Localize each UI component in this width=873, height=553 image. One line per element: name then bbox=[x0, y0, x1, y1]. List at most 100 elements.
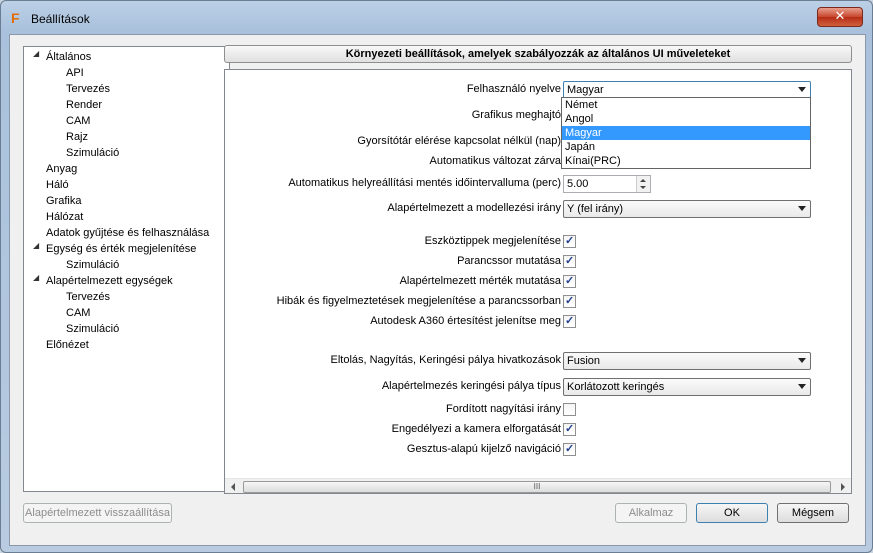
language-option[interactable]: Japán bbox=[562, 140, 810, 154]
check-icon: ✓ bbox=[565, 235, 575, 247]
camera-pivot-checkbox[interactable]: ✓ bbox=[563, 423, 576, 436]
check-icon: ✓ bbox=[565, 295, 575, 307]
modeling-dir-combo[interactable]: Y (fel irány) bbox=[563, 200, 811, 218]
expand-arrow-icon[interactable]: ◢ bbox=[33, 241, 39, 250]
language-value: Magyar bbox=[567, 84, 604, 96]
tree-item[interactable]: Általános bbox=[46, 49, 91, 65]
tree-item[interactable]: Szimuláció bbox=[66, 257, 119, 273]
title-bar[interactable]: F Beállítások ✕ bbox=[1, 1, 872, 35]
row-tooltips: Eszköztippek megjelenítése ✓ bbox=[225, 233, 851, 251]
row-default-scale: Alapértelmezett mérték mutatása ✓ bbox=[225, 273, 851, 291]
pan-zoom-label: Eltolás, Nagyítás, Keringési pálya hivat… bbox=[330, 354, 561, 366]
gesture-nav-label: Gesztus-alapú kijelző navigáció bbox=[406, 443, 561, 455]
graphics-driver-label: Grafikus meghajtó bbox=[471, 109, 561, 121]
default-scale-label: Alapértelmezett mérték mutatása bbox=[399, 275, 561, 287]
gesture-nav-checkbox[interactable]: ✓ bbox=[563, 443, 576, 456]
restore-defaults-button[interactable]: Alapértelmezett visszaállítása bbox=[23, 503, 172, 523]
row-autosave: Automatikus helyreállítási mentés időint… bbox=[225, 175, 851, 193]
language-label: Felhasználó nyelve bbox=[466, 83, 561, 95]
expand-arrow-icon[interactable]: ◢ bbox=[33, 49, 39, 58]
autosave-spinner[interactable]: 5.00 bbox=[563, 175, 651, 193]
close-button[interactable]: ✕ bbox=[817, 7, 863, 27]
tree-item[interactable]: Szimuláció bbox=[66, 321, 119, 337]
language-option[interactable]: Kínai(PRC) bbox=[562, 154, 810, 168]
tree-item[interactable]: Rajz bbox=[66, 129, 88, 145]
reverse-zoom-checkbox[interactable] bbox=[563, 403, 576, 416]
row-command-line: Parancssor mutatása ✓ bbox=[225, 253, 851, 271]
tree-item[interactable]: Anyag bbox=[46, 161, 77, 177]
section-header: Környezeti beállítások, amelyek szabályo… bbox=[224, 45, 852, 63]
command-line-label: Parancssor mutatása bbox=[457, 255, 561, 267]
row-a360: Autodesk A360 értesítést jelenítse meg ✓ bbox=[225, 313, 851, 331]
scroll-right-icon[interactable] bbox=[841, 483, 845, 491]
tree-item[interactable]: CAM bbox=[66, 113, 90, 129]
orbit-type-value: Korlátozott keringés bbox=[567, 381, 665, 393]
chevron-down-icon bbox=[798, 384, 806, 389]
check-icon: ✓ bbox=[565, 275, 575, 287]
tree-item[interactable]: Render bbox=[66, 97, 102, 113]
horizontal-scrollbar[interactable]: III bbox=[225, 478, 851, 493]
scroll-thumb[interactable]: III bbox=[243, 481, 831, 493]
window-title: Beállítások bbox=[31, 12, 90, 26]
ok-button[interactable]: OK bbox=[696, 503, 768, 523]
tree-item[interactable]: API bbox=[66, 65, 84, 81]
fusion-app-icon: F bbox=[11, 10, 20, 26]
orbit-type-combo[interactable]: Korlátozott keringés bbox=[563, 378, 811, 396]
tree-item[interactable]: Alapértelmezett egységek bbox=[46, 273, 173, 289]
check-icon: ✓ bbox=[565, 423, 575, 435]
settings-window: F Beállítások ✕ Általános ◢ API Tervezés Ren… bbox=[0, 0, 873, 553]
errors-label: Hibák és figyelmeztetések megjelenítése … bbox=[276, 295, 561, 307]
language-dropdown-list[interactable]: Német Angol Magyar Japán Kínai(PRC) bbox=[561, 97, 811, 169]
autosave-value: 5.00 bbox=[567, 178, 589, 190]
category-tree[interactable]: Általános ◢ API Tervezés Render CAM Rajz Szimul… bbox=[23, 46, 230, 492]
scroll-left-icon[interactable] bbox=[231, 483, 235, 491]
tooltips-checkbox[interactable]: ✓ bbox=[563, 235, 576, 248]
camera-pivot-label: Engedélyezi a kamera elforgatását bbox=[391, 423, 561, 435]
language-option[interactable]: Angol bbox=[562, 112, 810, 126]
tree-item[interactable]: Adatok gyűjtése és felhasználása bbox=[46, 225, 209, 241]
row-pan-zoom: Eltolás, Nagyítás, Keringési pálya hivat… bbox=[225, 352, 851, 370]
tree-item[interactable]: Előnézet bbox=[46, 337, 89, 353]
a360-label: Autodesk A360 értesítést jelenítse meg bbox=[370, 315, 561, 327]
errors-checkbox[interactable]: ✓ bbox=[563, 295, 576, 308]
tree-item[interactable]: Hálózat bbox=[46, 209, 83, 225]
command-line-checkbox[interactable]: ✓ bbox=[563, 255, 576, 268]
reverse-zoom-label: Fordított nagyítási irány bbox=[446, 403, 561, 415]
tree-item[interactable]: CAM bbox=[66, 305, 90, 321]
modeling-dir-value: Y (fel irány) bbox=[567, 203, 624, 215]
default-scale-checkbox[interactable]: ✓ bbox=[563, 275, 576, 288]
chevron-down-icon bbox=[798, 206, 806, 211]
spin-up-icon[interactable] bbox=[640, 179, 646, 182]
expand-arrow-icon[interactable]: ◢ bbox=[33, 273, 39, 282]
chevron-down-icon bbox=[798, 87, 806, 92]
cancel-button[interactable]: Mégsem bbox=[777, 503, 849, 523]
language-option[interactable]: Magyar bbox=[562, 126, 810, 140]
pan-zoom-value: Fusion bbox=[567, 355, 601, 367]
check-icon: ✓ bbox=[565, 315, 575, 327]
tree-item[interactable]: Tervezés bbox=[66, 289, 110, 305]
autosave-label: Automatikus helyreállítási mentés időint… bbox=[288, 177, 561, 189]
modeling-dir-label: Alapértelmezett a modellezési irány bbox=[387, 202, 561, 214]
spin-down-icon[interactable] bbox=[640, 186, 646, 189]
row-camera-pivot: Engedélyezi a kamera elforgatását ✓ bbox=[225, 421, 851, 439]
pan-zoom-combo[interactable]: Fusion bbox=[563, 352, 811, 370]
row-reverse-zoom: Fordított nagyítási irány bbox=[225, 401, 851, 419]
row-errors: Hibák és figyelmeztetések megjelenítése … bbox=[225, 293, 851, 311]
apply-button[interactable]: Alkalmaz bbox=[615, 503, 687, 523]
language-option[interactable]: Német bbox=[562, 98, 810, 112]
row-modeling-dir: Alapértelmezett a modellezési irány Y (f… bbox=[225, 200, 851, 218]
auto-version-label: Automatikus változat zárva bbox=[429, 155, 561, 167]
tree-item[interactable]: Egység és érték megjelenítése bbox=[46, 241, 196, 257]
tree-item[interactable]: Tervezés bbox=[66, 81, 110, 97]
check-icon: ✓ bbox=[565, 255, 575, 267]
row-orbit-type: Alapértelmezés keringési pálya típus Kor… bbox=[225, 378, 851, 396]
offline-cache-label: Gyorsítótár elérése kapcsolat nélkül (na… bbox=[357, 135, 561, 147]
tree-item[interactable]: Szimuláció bbox=[66, 145, 119, 161]
tree-item[interactable]: Grafika bbox=[46, 193, 81, 209]
a360-checkbox[interactable]: ✓ bbox=[563, 315, 576, 328]
tooltips-label: Eszköztippek megjelenítése bbox=[424, 235, 561, 247]
spinner-buttons[interactable] bbox=[636, 176, 650, 192]
chevron-down-icon bbox=[798, 358, 806, 363]
row-gesture-nav: Gesztus-alapú kijelző navigáció ✓ bbox=[225, 441, 851, 459]
tree-item[interactable]: Háló bbox=[46, 177, 69, 193]
